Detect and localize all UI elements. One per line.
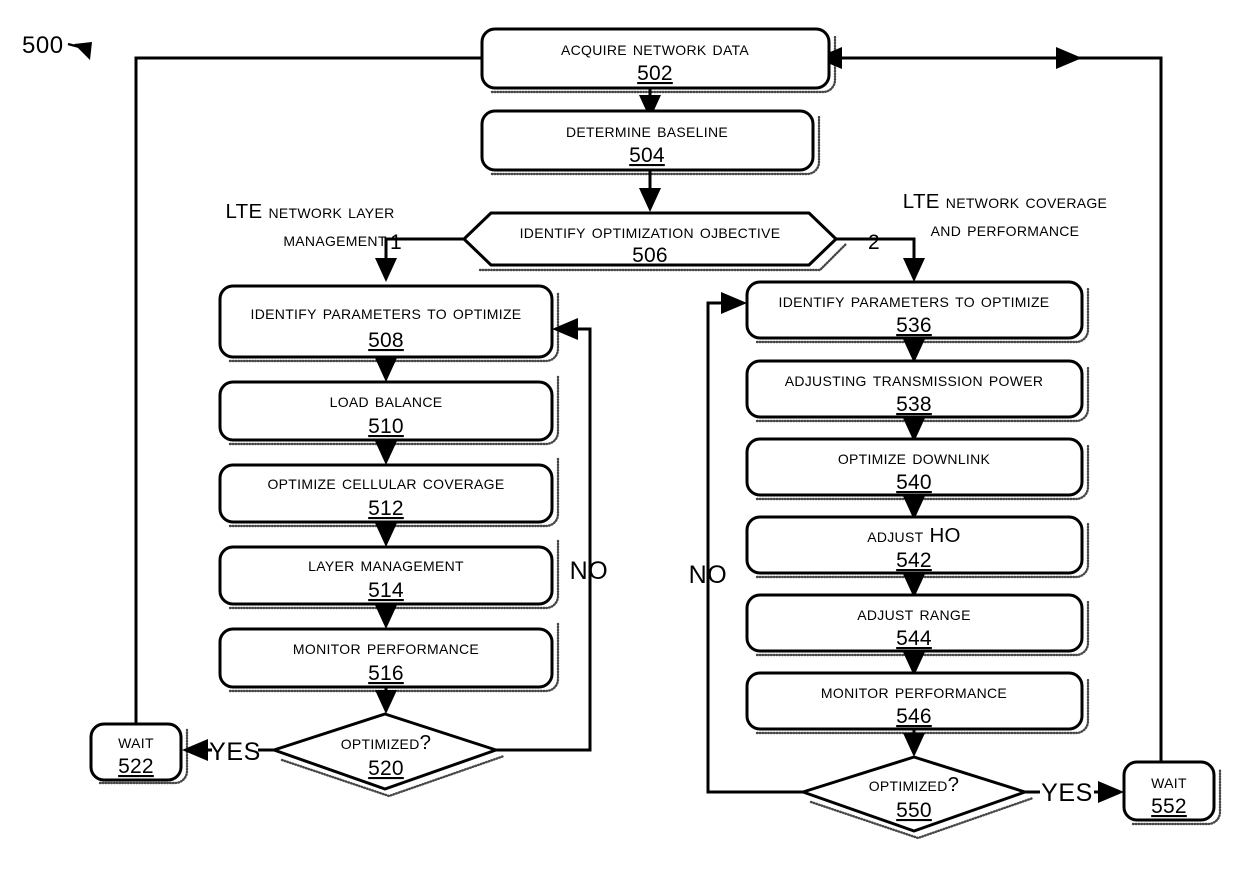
node-508-label: Identify Parameters to Optimize: [251, 301, 522, 324]
edge-label-left-yes: YES: [209, 738, 261, 766]
node-506[interactable]: Identify Optimization Ojbective 506: [462, 211, 848, 272]
node-552-label: Wait: [1151, 770, 1187, 793]
arrowhead-504-506: [639, 188, 661, 212]
svg-text:LTE Network Layer: LTE Network Layer: [225, 200, 394, 223]
figure-reference: 500: [22, 32, 92, 60]
node-546-label: Monitor Performance: [821, 680, 1007, 703]
node-546[interactable]: Monitor Performance 546: [745, 671, 1090, 735]
arrowhead-yes-into-552: [1098, 781, 1124, 803]
node-540-label: Optimize Downlink: [838, 446, 991, 469]
edge-label-left-no: NO: [570, 557, 609, 585]
figure-leader-arrowhead: [74, 42, 92, 60]
node-502-label: Acquire Network Data: [561, 37, 749, 60]
node-514-label: Layer Management: [308, 553, 464, 576]
node-502-number: 502: [637, 62, 673, 85]
arrowhead-branch2-536: [903, 258, 925, 282]
node-536[interactable]: Identify Parameters to Optimize 536: [745, 280, 1090, 344]
group-label-left: LTE Network Layer Management 1: [225, 200, 402, 254]
node-538-number: 538: [896, 393, 932, 416]
node-544[interactable]: Adjust Range 544: [745, 593, 1090, 657]
node-506-label: Identify Optimization Ojbective: [520, 220, 781, 243]
node-520-label: Optimized?: [341, 731, 432, 754]
node-510[interactable]: Load Balance 510: [218, 373, 560, 446]
node-508[interactable]: Identify Parameters to Optimize 508: [218, 284, 560, 363]
node-514[interactable]: Layer Management 514: [218, 538, 560, 610]
arrowhead-branch1-508: [375, 258, 397, 282]
node-502[interactable]: Acquire Network Data 502: [480, 27, 837, 94]
branch-label-1: 1: [390, 231, 402, 254]
node-536-number: 536: [896, 314, 932, 337]
figure-reference-number: 500: [22, 32, 64, 59]
node-522-number: 522: [118, 755, 154, 778]
node-538-label: Adjusting Transmission Power: [785, 368, 1044, 391]
node-508-number: 508: [368, 329, 404, 352]
flowchart-canvas: Acquire Network Data 502 Determine Basel…: [22, 27, 1222, 840]
node-550[interactable]: Optimized? 550: [801, 755, 1035, 840]
arrowhead-no-into-536: [721, 292, 747, 314]
node-538[interactable]: Adjusting Transmission Power 538: [745, 359, 1090, 423]
node-512-number: 512: [368, 497, 404, 520]
node-516-number: 516: [368, 662, 404, 685]
node-550-number: 550: [896, 799, 932, 822]
branch-label-2: 2: [868, 231, 880, 254]
node-510-number: 510: [368, 415, 404, 438]
node-522-label: Wait: [118, 730, 154, 753]
node-546-number: 546: [896, 705, 932, 728]
node-552-number: 552: [1151, 795, 1187, 818]
node-542-label: Adjust HO: [867, 524, 961, 547]
edge-label-right-yes: YES: [1041, 779, 1093, 807]
node-542[interactable]: Adjust HO 542: [745, 515, 1090, 579]
node-550-label: Optimized?: [869, 773, 960, 796]
node-516[interactable]: Monitor Performance 516: [218, 620, 560, 693]
arrowhead-516-520: [375, 690, 397, 714]
node-514-number: 514: [368, 579, 404, 602]
node-544-number: 544: [896, 627, 932, 650]
node-516-label: Monitor Performance: [293, 636, 479, 659]
group-label-left-line2: Management: [283, 228, 386, 251]
flowchart-figure: Acquire Network Data 502 Determine Basel…: [0, 0, 1240, 887]
node-544-label: Adjust Range: [857, 602, 971, 625]
node-552[interactable]: Wait 552: [1122, 760, 1222, 826]
node-510-label: Load Balance: [330, 389, 443, 412]
svg-text:LTE Network Coverage: LTE Network Coverage: [903, 190, 1107, 213]
node-540-number: 540: [896, 471, 932, 494]
node-506-number: 506: [632, 244, 668, 267]
edge-label-right-no: NO: [689, 561, 728, 589]
node-542-number: 542: [896, 549, 932, 572]
node-504-label: Determine Baseline: [566, 119, 728, 142]
node-540[interactable]: Optimize Downlink 540: [745, 437, 1090, 501]
node-504-number: 504: [629, 144, 665, 167]
node-522[interactable]: Wait 522: [89, 722, 189, 785]
node-512[interactable]: Optimize Cellular Coverage 512: [218, 456, 560, 528]
node-512-label: Optimize Cellular Coverage: [267, 471, 504, 494]
node-504[interactable]: Determine Baseline 504: [480, 109, 821, 176]
node-520[interactable]: Optimized? 520: [272, 712, 506, 798]
arrowhead-no-into-508: [552, 318, 578, 340]
group-label-right-line2: and Performance: [931, 218, 1080, 241]
arrowhead-546-550: [903, 733, 925, 757]
group-label-right: LTE Network Coverage and Performance 2: [868, 190, 1107, 254]
node-536-label: Identify Parameters to Optimize: [779, 289, 1050, 312]
node-520-number: 520: [368, 757, 404, 780]
